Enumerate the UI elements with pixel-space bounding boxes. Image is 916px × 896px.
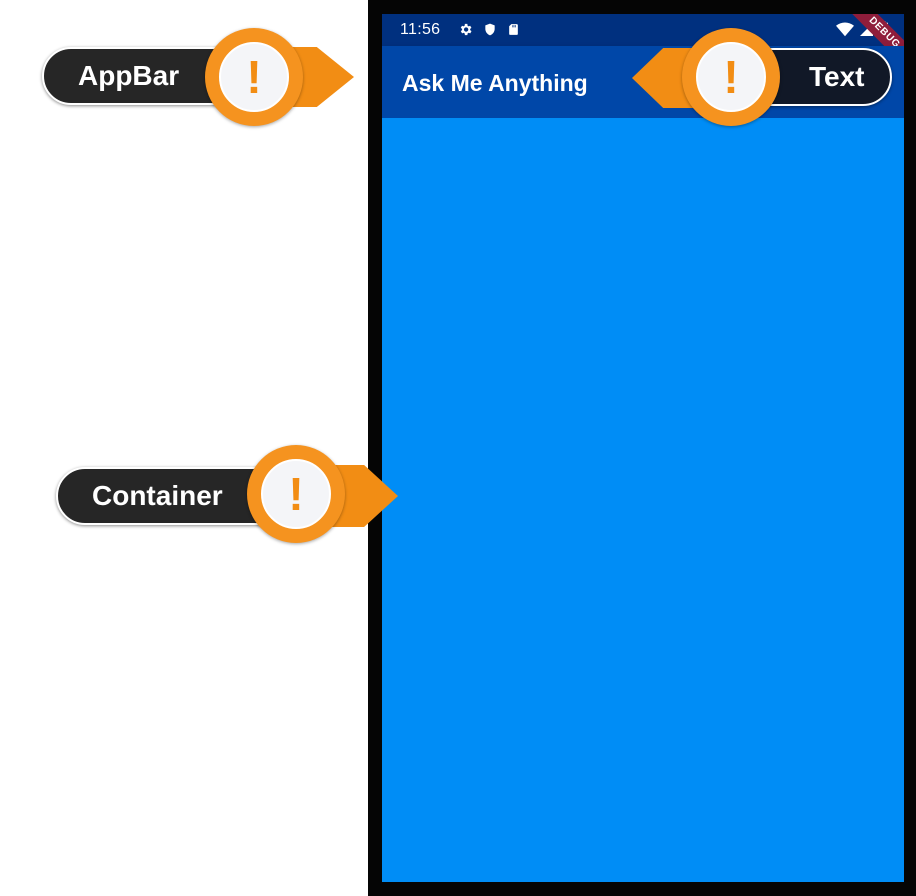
gear-icon (458, 22, 473, 42)
status-notification-icons (458, 22, 520, 42)
alert-icon: ! (261, 459, 331, 529)
wifi-icon (836, 21, 854, 42)
body-container (382, 118, 904, 882)
phone-screen: 11:56 DEBUG Ask Me Anything (382, 14, 904, 882)
callout-container-label: Container (92, 480, 223, 511)
callout-text-badge: ! (682, 28, 780, 126)
shield-icon (483, 22, 497, 42)
status-bar: 11:56 DEBUG (382, 14, 904, 77)
callout-appbar-badge: ! (205, 28, 303, 126)
page-canvas: 11:56 DEBUG Ask Me Anything AppBar ! Tex… (0, 0, 916, 896)
callout-container-badge: ! (247, 445, 345, 543)
phone-frame: 11:56 DEBUG Ask Me Anything (368, 0, 916, 896)
callout-text-label: Text (809, 61, 865, 92)
alert-icon: ! (696, 42, 766, 112)
alert-icon: ! (219, 42, 289, 112)
app-bar-title: Ask Me Anything (402, 70, 588, 96)
sd-card-icon (507, 22, 520, 42)
status-time: 11:56 (400, 21, 441, 38)
callout-appbar-label: AppBar (78, 60, 180, 91)
